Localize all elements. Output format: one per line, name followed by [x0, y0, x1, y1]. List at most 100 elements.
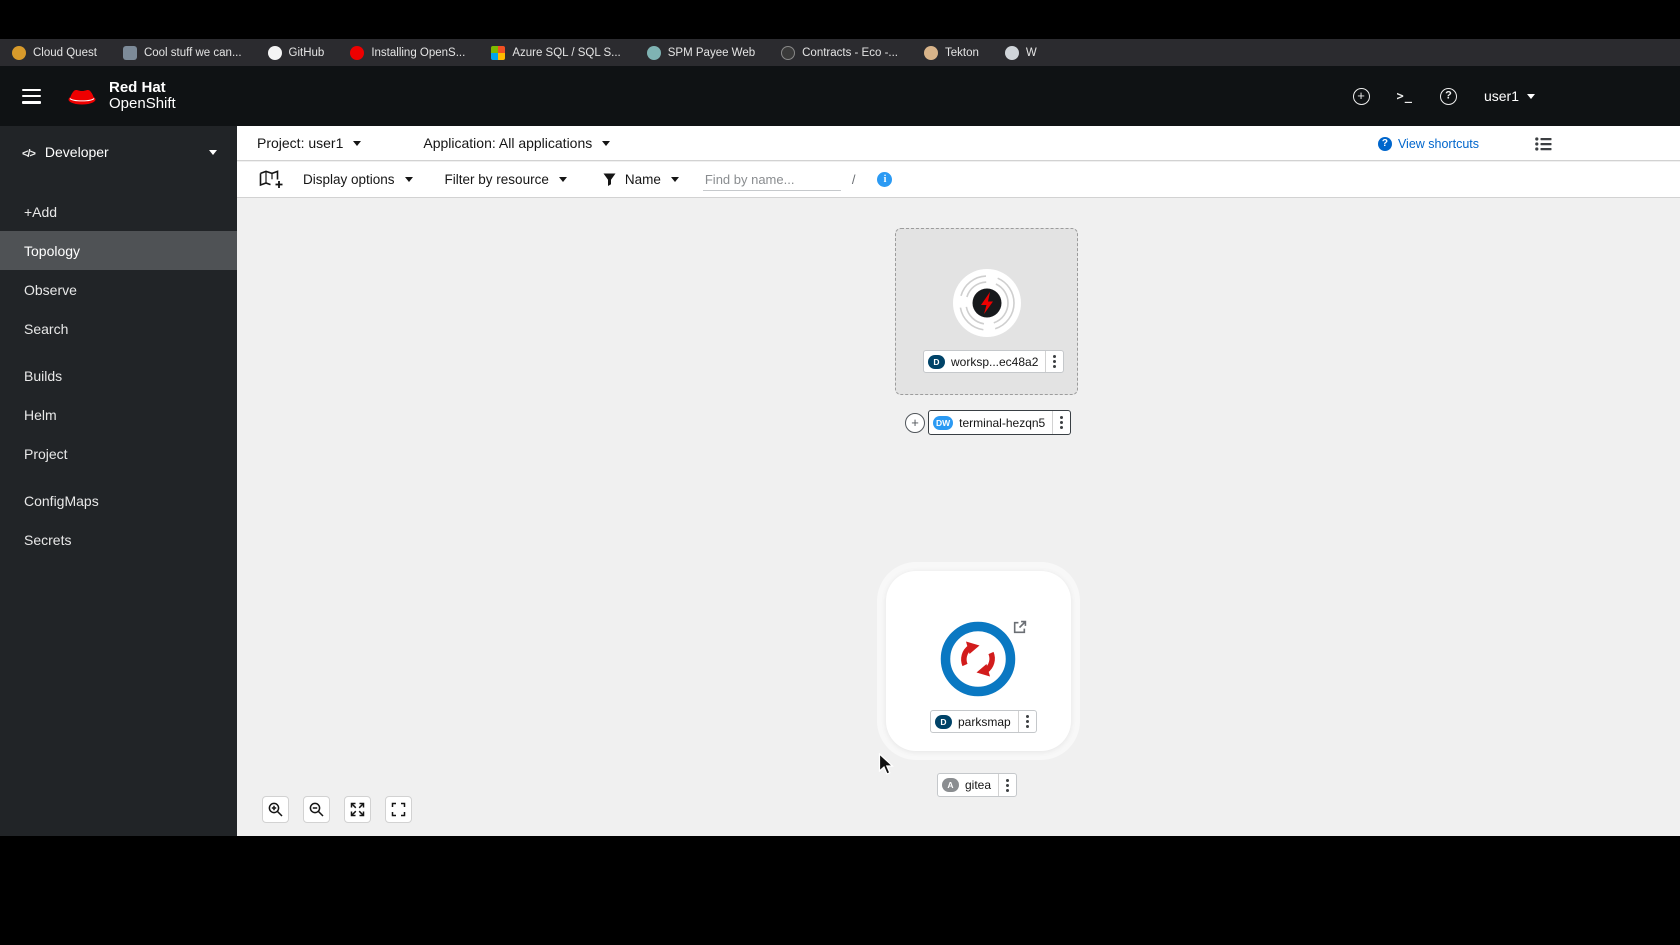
bookmark-label: Tekton	[944, 46, 979, 59]
redhat-hat-icon	[68, 90, 96, 105]
terminal-decorator-icon[interactable]	[905, 413, 925, 433]
chevron-down-icon	[558, 177, 567, 182]
redhat-openshift-logo[interactable]: Red Hat OpenShift	[65, 78, 176, 113]
github-icon	[267, 45, 282, 60]
sidebar-item-search[interactable]: Search	[0, 309, 237, 348]
chevron-down-icon	[404, 177, 413, 182]
browser-bookmarks-bar: Cloud Quest Cool stuff we can... GitHub …	[0, 39, 1680, 66]
sidebar-item-builds[interactable]: Builds	[0, 356, 237, 395]
chevron-down-icon	[209, 149, 217, 155]
find-by-name-input[interactable]	[702, 168, 841, 191]
keyboard-shortcut-hint: /	[851, 172, 856, 187]
chevron-down-icon	[670, 177, 679, 182]
sidebar-item-label: +Add	[24, 203, 58, 220]
favicon	[781, 45, 796, 60]
filter-by-resource-label: Filter by resource	[444, 172, 549, 187]
application-dropdown[interactable]: Application: All applications	[423, 135, 611, 151]
bookmark-contracts[interactable]: Contracts - Eco -...	[781, 45, 898, 60]
bookmark-label: W	[1025, 46, 1037, 59]
bookmark-installing-openshift[interactable]: Installing OpenS...	[350, 45, 465, 60]
bookmark-w[interactable]: W	[1004, 45, 1037, 60]
sidebar: Developer +Add Topology Observe Search B…	[0, 126, 237, 836]
workspace-kebab-menu-icon[interactable]	[1045, 351, 1063, 372]
terminal-node-label[interactable]: DW terminal-hezqn5	[928, 410, 1072, 435]
zoom-out-button[interactable]	[303, 796, 330, 823]
devworkspace-badge: DW	[933, 415, 954, 430]
display-options-label: Display options	[303, 172, 395, 187]
bookmark-label: Azure SQL / SQL S...	[512, 46, 621, 59]
fullscreen-button[interactable]	[385, 796, 412, 823]
workspace-node-label[interactable]: D worksp...ec48a2	[923, 350, 1065, 373]
info-icon[interactable]	[877, 172, 893, 187]
name-filter-dropdown[interactable]: Name	[625, 172, 679, 187]
bookmark-label: SPM Payee Web	[667, 46, 756, 59]
sidebar-item-secrets[interactable]: Secrets	[0, 520, 237, 559]
bookmark-tekton[interactable]: Tekton	[923, 45, 979, 60]
bookmark-spm-payee[interactable]: SPM Payee Web	[646, 45, 756, 60]
main-content: Project: user1 Application: All applicat…	[237, 126, 1680, 836]
nav-section-gap	[0, 348, 237, 356]
terminal-name: terminal-hezqn5	[959, 415, 1046, 430]
tekton-icon	[923, 45, 938, 60]
openshift-icon	[350, 45, 365, 60]
parksmap-node-label[interactable]: D parksmap	[930, 710, 1037, 733]
terminal-kebab-menu-icon[interactable]	[1052, 411, 1070, 434]
zoom-in-button[interactable]	[262, 796, 289, 823]
brand-line1: Red Hat	[109, 78, 166, 96]
chevron-down-icon	[602, 140, 611, 146]
topology-canvas[interactable]: D worksp...ec48a2 DW terminal-hezqn5	[237, 199, 1680, 836]
open-url-decorator-icon[interactable]	[1012, 620, 1027, 640]
sidebar-item-topology[interactable]: Topology	[0, 231, 237, 270]
globe-icon	[1004, 45, 1019, 60]
bookmark-github[interactable]: GitHub	[267, 45, 324, 60]
sidebar-item-label: ConfigMaps	[24, 492, 99, 509]
username: user1	[1483, 88, 1519, 104]
list-view-toggle-icon[interactable]	[1535, 136, 1552, 151]
sidebar-item-label: Helm	[24, 406, 57, 423]
chevron-down-icon	[1527, 93, 1535, 99]
context-bar: Project: user1 Application: All applicat…	[237, 126, 1680, 161]
bookmark-cool-stuff[interactable]: Cool stuff we can...	[122, 45, 242, 60]
parksmap-app-icon	[940, 621, 1016, 697]
code-icon	[22, 144, 35, 160]
sidebar-item-observe[interactable]: Observe	[0, 270, 237, 309]
deployment-badge: D	[935, 714, 952, 729]
parksmap-kebab-menu-icon[interactable]	[1017, 711, 1036, 732]
application-badge: A	[942, 778, 959, 792]
menu-toggle-icon[interactable]	[22, 88, 41, 104]
gitea-name: gitea	[965, 778, 992, 792]
view-shortcuts-link[interactable]: View shortcuts	[1377, 136, 1479, 151]
workspace-node-icon[interactable]	[952, 268, 1022, 338]
fit-to-screen-button[interactable]	[344, 796, 371, 823]
perspective-switcher[interactable]: Developer	[0, 126, 237, 178]
gitea-kebab-menu-icon[interactable]	[998, 774, 1016, 796]
filter-by-resource-dropdown[interactable]: Filter by resource	[445, 172, 567, 187]
bookmark-cloud-quest[interactable]: Cloud Quest	[12, 45, 97, 60]
favicon	[122, 45, 137, 60]
workspace-name: worksp...ec48a2	[951, 354, 1039, 369]
sidebar-item-configmaps[interactable]: ConfigMaps	[0, 481, 237, 520]
perspective-label: Developer	[44, 144, 109, 160]
web-terminal-icon[interactable]	[1397, 89, 1413, 103]
sidebar-item-add[interactable]: +Add	[0, 192, 237, 231]
help-icon[interactable]	[1439, 87, 1457, 105]
display-options-dropdown[interactable]: Display options	[303, 172, 413, 187]
topology-toolbar: Display options Filter by resource Name …	[237, 162, 1680, 198]
sidebar-item-label: Builds	[24, 367, 63, 384]
help-circle-icon	[1377, 136, 1392, 151]
mouse-cursor	[878, 753, 895, 775]
bookmark-azure-sql[interactable]: Azure SQL / SQL S...	[491, 45, 621, 60]
sidebar-item-label: Topology	[24, 242, 81, 259]
view-shortcuts-label: View shortcuts	[1397, 136, 1479, 151]
project-dropdown-label: Project: user1	[257, 135, 344, 151]
add-circle-icon[interactable]	[1352, 87, 1370, 105]
user-menu[interactable]: user1	[1484, 88, 1535, 104]
brand-line2: OpenShift	[109, 95, 176, 112]
gitea-node-label[interactable]: A gitea	[937, 773, 1018, 797]
sidebar-item-project[interactable]: Project	[0, 434, 237, 473]
topology-view-icon[interactable]	[259, 170, 283, 189]
project-dropdown[interactable]: Project: user1	[257, 135, 362, 151]
sidebar-item-helm[interactable]: Helm	[0, 395, 237, 434]
sidebar-item-label: Search	[24, 320, 69, 337]
deployment-badge: D	[928, 354, 945, 369]
